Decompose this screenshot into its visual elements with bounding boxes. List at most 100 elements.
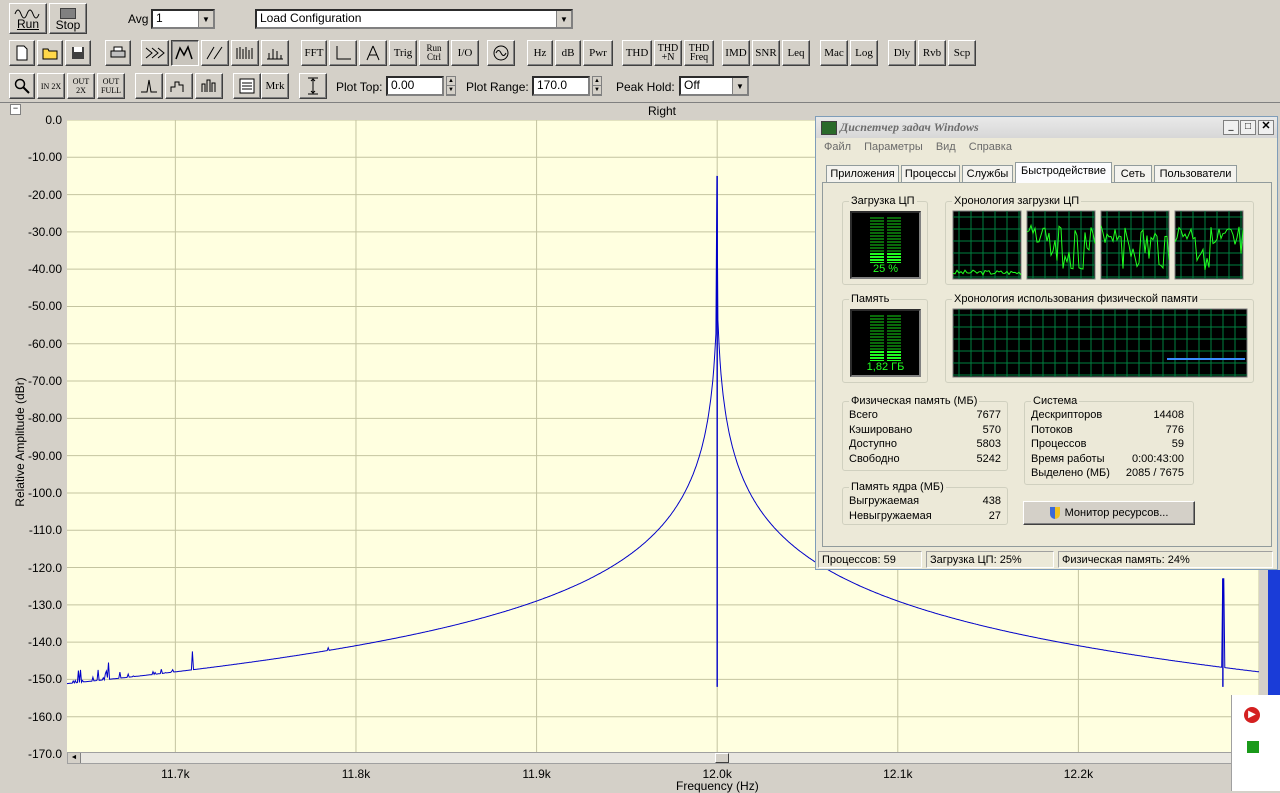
log-button[interactable]: Log xyxy=(850,40,878,66)
resource-monitor-button[interactable]: Монитор ресурсов... xyxy=(1023,501,1195,525)
menu-view[interactable]: Вид xyxy=(936,141,956,153)
axis-button[interactable] xyxy=(329,40,357,66)
meter-segment xyxy=(870,354,884,356)
compass-icon xyxy=(366,45,380,61)
thd-label: THD xyxy=(625,46,649,59)
new-file-button[interactable] xyxy=(9,40,35,66)
scroll-thumb[interactable] xyxy=(715,753,729,763)
thd-freq-button[interactable]: THD Freq xyxy=(684,40,714,66)
open-file-button[interactable] xyxy=(37,40,63,66)
generator-button[interactable] xyxy=(487,40,515,66)
collapse-toggle[interactable]: − xyxy=(10,104,21,115)
leq-button[interactable]: Leq xyxy=(782,40,810,66)
zoom-in-2x-button[interactable]: IN 2X xyxy=(37,73,65,99)
right-edge-strip xyxy=(1268,570,1280,700)
db-button[interactable]: dB xyxy=(555,40,581,66)
peak-hold-label: Peak Hold: xyxy=(616,80,675,94)
run-button[interactable]: Run xyxy=(9,3,47,34)
tab-processes[interactable]: Процессы xyxy=(901,165,960,182)
zoom-button[interactable] xyxy=(9,73,35,99)
histogram-button[interactable] xyxy=(261,40,289,66)
waterfall-button[interactable] xyxy=(231,40,259,66)
rvb-button[interactable]: Rvb xyxy=(918,40,946,66)
tray-popup[interactable]: ▶ xyxy=(1231,695,1280,791)
arrows-button[interactable] xyxy=(141,40,169,66)
scroll-left-arrow[interactable]: ◄ xyxy=(68,753,81,763)
hz-button[interactable]: Hz xyxy=(527,40,553,66)
imd-label: IMD xyxy=(725,46,747,59)
trig-button[interactable]: Trig xyxy=(389,40,417,66)
chevron-down-icon[interactable]: ▼ xyxy=(556,11,571,27)
snr-label: SNR xyxy=(755,46,777,59)
x-tick-label: 11.7k xyxy=(161,767,190,781)
marker-button[interactable]: Mrk xyxy=(261,73,289,99)
y-tick-label: -110.0 xyxy=(28,523,62,538)
zoom-out-full-button[interactable]: OUT FULL xyxy=(97,73,125,99)
meter-segment xyxy=(870,238,884,240)
meter-segment xyxy=(870,241,884,243)
avg-value: 1 xyxy=(156,11,163,25)
peak-icon xyxy=(141,79,157,93)
mac-button[interactable]: Mac xyxy=(820,40,848,66)
fft-button[interactable]: FFT xyxy=(301,40,327,66)
save-button[interactable] xyxy=(65,40,91,66)
calibrate-button[interactable] xyxy=(359,40,387,66)
plot-top-stepper[interactable]: ▲ ▼ xyxy=(446,76,456,96)
y-tick-label: -70.00 xyxy=(27,374,62,389)
chevron-down-icon[interactable]: ▼ xyxy=(198,11,213,27)
tab-users[interactable]: Пользователи xyxy=(1154,165,1237,182)
run-ctrl-button[interactable]: Run Ctrl xyxy=(419,40,449,66)
dly-button[interactable]: Dly xyxy=(888,40,916,66)
peak-button[interactable] xyxy=(135,73,163,99)
avg-select[interactable]: 1 ▼ xyxy=(151,9,215,29)
stop-button[interactable]: Stop xyxy=(49,3,87,34)
y-tick-label: -170.0 xyxy=(27,747,62,761)
config-select[interactable]: Load Configuration ▼ xyxy=(255,9,573,29)
scp-button[interactable]: Scp xyxy=(948,40,976,66)
list-button[interactable] xyxy=(233,73,261,99)
plot-top-input[interactable]: 0.00 xyxy=(386,76,444,96)
plot-scrollbar[interactable]: ◄ xyxy=(67,752,1259,764)
maximize-button[interactable]: □ xyxy=(1240,120,1256,135)
app-red-icon[interactable]: ▶ xyxy=(1244,707,1260,723)
task-manager-titlebar[interactable]: Диспетчер задач Windows _ □ ✕ xyxy=(816,117,1277,138)
chevron-down-icon[interactable]: ▼ xyxy=(732,78,747,94)
graph-background xyxy=(1100,210,1170,280)
thd-button[interactable]: THD xyxy=(622,40,652,66)
zoom-out-2x-button[interactable]: OUT 2X xyxy=(67,73,95,99)
monitor-icon xyxy=(821,121,837,135)
thd-n-button[interactable]: THD +N xyxy=(654,40,682,66)
plot-top-label: Plot Top: xyxy=(336,80,383,94)
plot-range-stepper[interactable]: ▲ ▼ xyxy=(592,76,602,96)
imd-button[interactable]: IMD xyxy=(722,40,750,66)
app-green-icon[interactable] xyxy=(1247,741,1259,753)
autoscale-button[interactable] xyxy=(299,73,327,99)
io-button[interactable]: I/O xyxy=(451,40,479,66)
menu-file[interactable]: Файл xyxy=(824,141,851,153)
minimize-button[interactable]: _ xyxy=(1223,120,1239,135)
tab-services[interactable]: Службы xyxy=(962,165,1013,182)
tab-performance[interactable]: Быстродействие xyxy=(1015,162,1112,183)
print-button[interactable] xyxy=(105,40,131,66)
meter-segment xyxy=(870,226,884,228)
graph-background xyxy=(952,308,1248,378)
cpu-history-graphs xyxy=(952,210,1244,280)
meter-segment xyxy=(870,217,884,219)
task-manager-window[interactable]: Диспетчер задач Windows _ □ ✕ Файл Парам… xyxy=(815,116,1278,570)
tab-network[interactable]: Сеть xyxy=(1114,165,1152,182)
menu-options[interactable]: Параметры xyxy=(864,141,923,153)
bar-graph-button[interactable] xyxy=(195,73,223,99)
meter-segment xyxy=(870,339,884,341)
menu-help[interactable]: Справка xyxy=(969,141,1012,153)
pwr-button[interactable]: Pwr xyxy=(583,40,613,66)
peak-hold-select[interactable]: Off ▼ xyxy=(679,76,749,96)
octave-button[interactable] xyxy=(165,73,193,99)
graph-background xyxy=(952,210,1022,280)
close-button[interactable]: ✕ xyxy=(1258,120,1274,135)
snr-button[interactable]: SNR xyxy=(752,40,780,66)
ramp-button[interactable] xyxy=(201,40,229,66)
tab-applications[interactable]: Приложения xyxy=(826,165,899,182)
resource-monitor-label: Монитор ресурсов... xyxy=(1064,506,1169,519)
plot-range-input[interactable]: 170.0 xyxy=(532,76,590,96)
spectrum-view-button[interactable] xyxy=(171,40,199,66)
